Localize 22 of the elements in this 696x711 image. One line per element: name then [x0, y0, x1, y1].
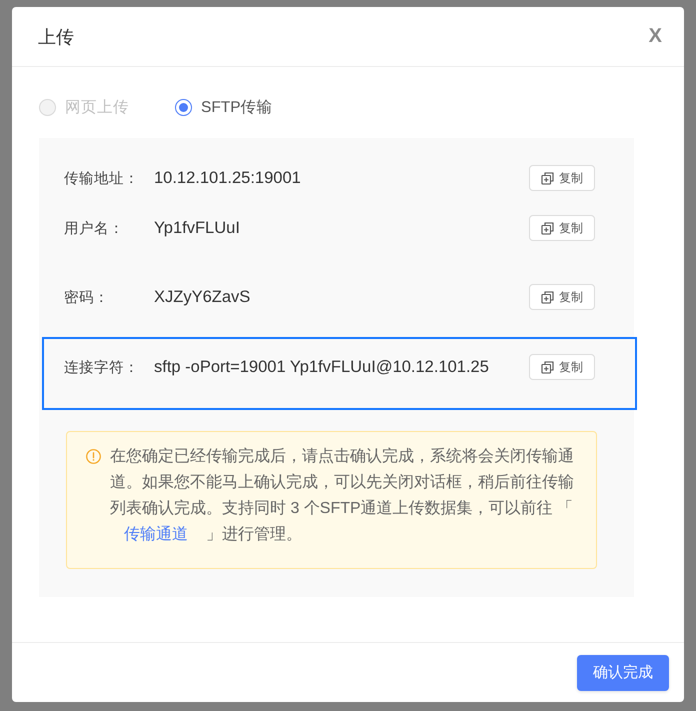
credential-label: 连接字符：	[64, 358, 140, 376]
copy-icon	[541, 222, 554, 234]
copy-icon	[541, 290, 554, 304]
credential-label: 用户名：	[64, 220, 125, 238]
exclamation-icon	[86, 449, 101, 464]
credential-value: sftp -oPort=19001 Yp1fvFLUuI@10.12.101.25	[154, 358, 490, 376]
credential-value: Yp1fvFLUuI	[154, 218, 241, 238]
copy-button[interactable]: 复制	[529, 354, 595, 380]
confirm-button[interactable]: 确认完成	[577, 654, 669, 690]
notice-text: 在您确定已经传输完成后，请点击确认完成，系统将会关闭传输通道。如果您不能马上确认完成，可以先关闭对话框，稍后前往传输列表确认完成。支持同时 3 个SFTP通道上传数据集，可以前往 「 传输通道 」进行管理。	[110, 444, 584, 548]
copy-icon	[541, 360, 554, 374]
copy-button[interactable]: 复制	[529, 284, 595, 310]
copy-icon	[541, 172, 554, 184]
credential-value: XJZyY6ZavS	[154, 288, 252, 306]
upload-method-radio[interactable]: SFTP传输	[175, 96, 273, 118]
channel-link[interactable]: 传输通道	[110, 522, 206, 548]
credential-label: 密码：	[64, 288, 110, 306]
copy-button[interactable]: 复制	[529, 165, 595, 191]
copy-button[interactable]: 复制	[529, 215, 595, 241]
credential-value: 10.12.101.25:19001	[154, 168, 302, 188]
dialog-title: 上传	[38, 26, 74, 48]
credential-label: 传输地址：	[64, 170, 140, 188]
